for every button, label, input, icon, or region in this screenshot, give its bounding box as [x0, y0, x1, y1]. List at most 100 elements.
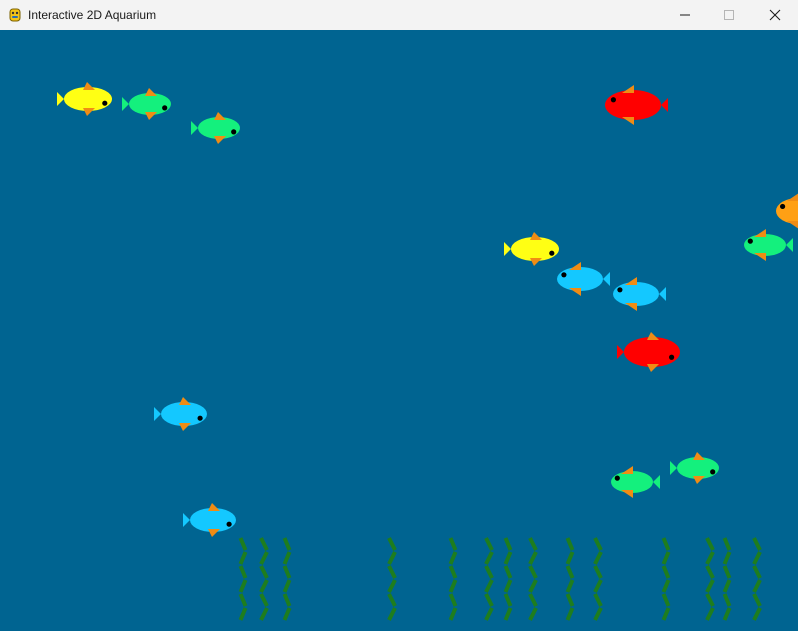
fish-body — [511, 237, 559, 261]
seaweed-segment — [503, 593, 513, 607]
seaweed-segment — [387, 551, 397, 565]
seaweed-segment — [705, 551, 715, 565]
seaweed-segment — [387, 579, 397, 593]
seaweed-segment — [387, 565, 397, 579]
seaweed-segment — [705, 593, 715, 607]
seaweed-segment — [448, 579, 458, 593]
seaweed-segment — [705, 537, 715, 551]
seaweed-segment — [593, 579, 603, 593]
fish-bottom-fin — [179, 423, 191, 431]
seaweed-segment — [503, 537, 513, 551]
seaweed-segment — [259, 565, 269, 579]
seaweed-segment — [705, 607, 715, 621]
fish-bottom-fin — [647, 364, 659, 372]
seaweed-segment — [722, 551, 732, 565]
fish-body — [605, 90, 661, 120]
seaweed-segment — [593, 537, 603, 551]
seaweed-segment — [661, 593, 671, 607]
seaweed — [448, 537, 458, 621]
fish[interactable] — [670, 452, 719, 484]
seaweed-segment — [661, 579, 671, 593]
seaweed — [503, 537, 513, 621]
fish-eye — [226, 521, 232, 527]
seaweed-segment — [259, 537, 269, 551]
seaweed-segment — [282, 607, 292, 621]
fish-tail — [786, 238, 793, 252]
fish-eye — [780, 203, 786, 210]
fish-body — [677, 457, 719, 479]
aquarium-canvas[interactable] — [0, 30, 798, 631]
fish[interactable] — [57, 82, 112, 116]
fish[interactable] — [122, 88, 171, 120]
seaweed — [565, 537, 575, 621]
seaweed-segment — [484, 607, 494, 621]
seaweed-segment — [528, 579, 538, 593]
seaweed-segment — [565, 565, 575, 579]
fish-body — [129, 93, 171, 115]
fish[interactable] — [611, 466, 660, 498]
title-bar[interactable]: Interactive 2D Aquarium — [0, 0, 798, 30]
fish-bottom-fin — [693, 476, 705, 484]
fish-eye — [162, 105, 168, 111]
seaweed-segment — [528, 537, 538, 551]
seaweed — [593, 537, 603, 621]
fish-eye — [561, 272, 567, 278]
fish-eye — [614, 475, 620, 481]
seaweed-segment — [565, 551, 575, 565]
fish[interactable] — [744, 229, 793, 261]
seaweed-segment — [593, 593, 603, 607]
seaweed-segment — [593, 607, 603, 621]
seaweed-segment — [503, 551, 513, 565]
fish-body — [611, 471, 653, 493]
fish[interactable] — [504, 232, 559, 266]
seaweed-segment — [722, 593, 732, 607]
seaweed-segment — [282, 551, 292, 565]
fish[interactable] — [617, 332, 680, 372]
seaweed-segment — [565, 579, 575, 593]
fish-top-fin — [693, 452, 705, 460]
fish-tail — [122, 97, 129, 111]
seaweed-segment — [752, 537, 762, 551]
seaweed-segment — [722, 579, 732, 593]
fish[interactable] — [183, 503, 236, 537]
seaweed-segment — [484, 579, 494, 593]
fish-body — [557, 267, 603, 291]
seaweed-segment — [661, 537, 671, 551]
seaweed-segment — [484, 565, 494, 579]
seaweed-segment — [528, 593, 538, 607]
close-button[interactable] — [752, 0, 798, 30]
fish-eye — [610, 97, 617, 103]
seaweed — [387, 537, 397, 621]
seaweed-segment — [387, 607, 397, 621]
fish-body — [624, 337, 680, 367]
seaweed-segment — [259, 579, 269, 593]
fish[interactable] — [557, 262, 610, 296]
fish-bottom-fin — [214, 136, 226, 144]
fish-eye — [549, 250, 555, 256]
seaweed-segment — [259, 607, 269, 621]
seaweed-segment — [282, 593, 292, 607]
fish-tail — [154, 407, 161, 421]
window-title: Interactive 2D Aquarium — [28, 8, 157, 22]
fish[interactable] — [605, 85, 668, 125]
fish[interactable] — [776, 193, 798, 229]
fish-eye — [747, 238, 753, 244]
fish[interactable] — [154, 397, 207, 431]
fish-body — [198, 117, 240, 139]
seaweed-segment — [722, 537, 732, 551]
seaweed-segment — [282, 537, 292, 551]
seaweed-segment — [565, 607, 575, 621]
seaweed-segment — [705, 565, 715, 579]
minimize-icon — [680, 14, 690, 16]
minimize-button[interactable] — [662, 0, 708, 30]
seaweed-segment — [593, 565, 603, 579]
seaweed-segment — [752, 565, 762, 579]
fish[interactable] — [613, 277, 666, 311]
fish-body — [776, 198, 798, 224]
seaweed-segment — [238, 537, 248, 551]
fish-eye — [102, 100, 108, 106]
fish[interactable] — [191, 112, 240, 144]
maximize-button[interactable] — [706, 0, 752, 30]
seaweed-segment — [593, 551, 603, 565]
fish-eye — [231, 129, 237, 135]
